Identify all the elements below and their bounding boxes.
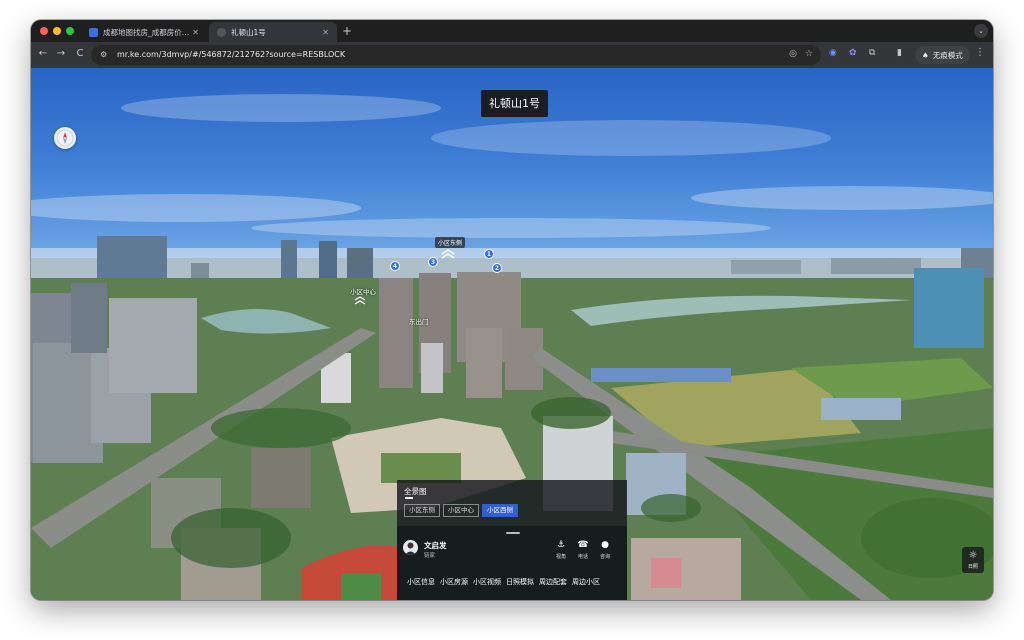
sunlight-label: 日照 [967, 564, 978, 570]
incognito-icon: ♠ [922, 50, 929, 60]
phone-button[interactable]: ☎ 电话 [574, 540, 592, 560]
tab-title: 礼顿山1号 [231, 27, 266, 37]
panel-links: 小区信息 小区房源 小区视频 日照模拟 周边配套 周边小区 [407, 577, 600, 587]
panorama-view-tabs: 小区东侧 小区中心 小区西侧 [404, 504, 518, 517]
panorama-point-marker-2[interactable]: 2 [492, 263, 502, 273]
incognito-label: 无痕模式 [932, 50, 963, 60]
agent-company: 链家 [424, 553, 436, 559]
phone-label: 电话 [577, 554, 588, 560]
panel-title: 全景图 [404, 487, 427, 496]
tab-search-button[interactable]: ⌄ [974, 24, 988, 38]
url-text[interactable]: mr.ke.com/3dmvp/#/546872/212762?source=R… [117, 50, 345, 59]
tab-center[interactable]: 小区中心 [443, 504, 479, 517]
site-favicon-icon [89, 27, 98, 37]
minimize-window-button[interactable] [53, 27, 61, 35]
incognito-indicator[interactable]: ♠ 无痕模式 [915, 46, 970, 64]
site-info-icon[interactable]: ⚙ [100, 50, 107, 59]
extension-circle-icon[interactable]: ◉ [829, 48, 837, 58]
view-angle-label: 视角 [555, 554, 566, 560]
extension-icon[interactable]: ✿ [849, 48, 857, 58]
panorama-point-marker-4[interactable]: 4 [390, 261, 400, 271]
reload-button[interactable]: C [73, 48, 87, 59]
address-bar[interactable]: ⚙ mr.ke.com/3dmvp/#/546872/212762?source… [91, 45, 821, 65]
hotspot-east-label[interactable]: 小区东侧 [435, 237, 466, 248]
consult-button[interactable]: ● 咨询 [596, 540, 614, 560]
link-sunlight-sim[interactable]: 日照模拟 [506, 577, 534, 587]
new-tab-button[interactable]: + [342, 24, 352, 38]
compass-icon[interactable] [54, 127, 76, 149]
close-tab-icon[interactable]: ✕ [322, 28, 329, 37]
tab-map-search[interactable]: 成都地图找房_成都房价地图 | ✕ [81, 22, 207, 42]
link-community-info[interactable]: 小区信息 [407, 577, 435, 587]
community-title-badge: 礼顿山1号 [481, 90, 548, 117]
eye-off-icon[interactable]: ◎ [789, 49, 797, 59]
tab-west-side[interactable]: 小区西侧 [482, 504, 518, 517]
view-angle-button[interactable]: ⚓ 视角 [552, 540, 570, 560]
east-exit-label[interactable]: 东出门 [409, 316, 429, 326]
panorama-point-marker-3[interactable]: 3 [428, 257, 438, 267]
consult-label: 咨询 [599, 554, 610, 560]
side-panel-icon[interactable]: ▮ [897, 48, 902, 58]
panorama-info-panel: 全景图 小区东侧 小区中心 小区西侧 文启发 链家 ⚓ 视角 ☎ 电话 ● 咨询… [397, 480, 627, 600]
link-community-listings[interactable]: 小区房源 [440, 577, 468, 587]
close-tab-icon[interactable]: ✕ [192, 28, 199, 37]
panorama-viewport[interactable]: 礼顿山1号 1 2 3 4 小区东侧 小区中心 东出门 全景图 小区东侧 小区中… [31, 68, 993, 600]
maximize-window-button[interactable] [66, 27, 74, 35]
phone-icon: ☎ [577, 540, 589, 550]
sunlight-button[interactable]: ☼ 日照 [962, 547, 984, 573]
tab-east-side[interactable]: 小区东侧 [404, 504, 440, 517]
agent-avatar[interactable] [403, 540, 418, 555]
link-community-video[interactable]: 小区视频 [473, 577, 501, 587]
back-button[interactable]: ← [36, 48, 50, 59]
browser-toolbar: ← → C ⚙ mr.ke.com/3dmvp/#/546872/212762?… [31, 42, 993, 68]
agent-section [397, 526, 627, 600]
hotspot-center-label[interactable]: 小区中心 [350, 286, 376, 296]
window-controls [40, 27, 74, 35]
sun-icon: ☼ [968, 550, 978, 561]
link-nearby-facilities[interactable]: 周边配套 [539, 577, 567, 587]
extensions-puzzle-icon[interactable]: ⧉ [869, 48, 875, 58]
bookmark-star-icon[interactable]: ☆ [805, 49, 813, 59]
tab-title: 成都地图找房_成都房价地图 | [103, 27, 193, 37]
browser-window: 成都地图找房_成都房价地图 | ✕ 礼顿山1号 ✕ + ⌄ ← → C ⚙ mr… [31, 20, 993, 600]
agent-name: 文启发 [424, 541, 447, 550]
forward-button[interactable]: → [54, 48, 68, 59]
panel-title-underline [405, 497, 413, 499]
loading-favicon-icon [217, 27, 226, 37]
drag-handle[interactable] [506, 532, 520, 534]
chat-icon: ● [601, 540, 609, 550]
tab-strip: 成都地图找房_成都房价地图 | ✕ 礼顿山1号 ✕ + ⌄ [31, 20, 993, 42]
hotspot-center-arrow-icon[interactable] [353, 296, 367, 305]
panorama-point-marker-1[interactable]: 1 [484, 249, 494, 259]
browser-menu-icon[interactable]: ⋮ [975, 47, 985, 58]
hotspot-east-arrow-icon[interactable] [440, 249, 456, 259]
close-window-button[interactable] [40, 27, 48, 35]
link-nearby-communities[interactable]: 周边小区 [572, 577, 600, 587]
anchor-icon: ⚓ [556, 540, 566, 550]
tab-active[interactable]: 礼顿山1号 ✕ [209, 22, 337, 42]
